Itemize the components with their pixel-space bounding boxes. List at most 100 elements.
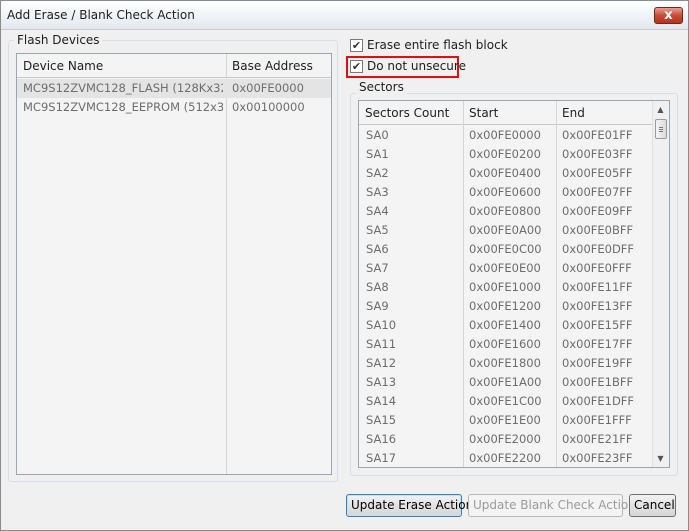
table-row[interactable]: SA5 0x00FE0A00 0x00FE0BFF [359, 221, 652, 240]
table-row[interactable]: SA0 0x00FE0000 0x00FE01FF [359, 126, 652, 145]
table-row[interactable]: SA13 0x00FE1A00 0x00FE1BFF [359, 373, 652, 392]
sector-start-cell: 0x00FE1800 [469, 356, 541, 370]
do-not-unsecure-checkbox[interactable]: ✔ [350, 60, 363, 73]
sector-start-cell: 0x00FE1400 [469, 318, 541, 332]
sector-end-cell: 0x00FE0DFF [562, 242, 635, 256]
sector-name-cell: SA11 [366, 337, 397, 351]
sector-start-cell: 0x00FE2000 [469, 432, 541, 446]
sector-name-cell: SA14 [366, 394, 397, 408]
sector-name-cell: SA16 [366, 432, 397, 446]
sector-name-cell: SA17 [366, 451, 397, 465]
sector-start-cell: 0x00FE0000 [469, 128, 541, 142]
flash-devices-table[interactable]: Device Name Base Address MC9S12ZVMC128_F… [16, 53, 332, 475]
table-row[interactable]: SA8 0x00FE1000 0x00FE11FF [359, 278, 652, 297]
table-row[interactable]: SA10 0x00FE1400 0x00FE15FF [359, 316, 652, 335]
scroll-down-button[interactable]: ▼ [653, 451, 668, 466]
update-blank-check-action-button[interactable]: Update Blank Check Action [468, 494, 636, 517]
column-header-base-address[interactable]: Base Address [226, 54, 313, 78]
table-row[interactable]: SA7 0x00FE0E00 0x00FE0FFF [359, 259, 652, 278]
close-button[interactable]: x [654, 7, 683, 24]
device-name-cell: MC9S12ZVMC128_FLASH (128Kx32... [23, 81, 223, 95]
base-address-cell: 0x00100000 [232, 100, 305, 114]
chevron-down-icon: ▼ [657, 454, 664, 463]
sector-name-cell: SA9 [366, 299, 389, 313]
sector-end-cell: 0x00FE09FF [562, 204, 633, 218]
grip-line [659, 131, 663, 132]
column-divider [226, 54, 227, 474]
flash-devices-header: Device Name Base Address [17, 54, 331, 78]
erase-entire-checkbox[interactable]: ✔ [350, 39, 363, 52]
cancel-button[interactable]: Cancel [629, 494, 676, 517]
sector-end-cell: 0x00FE07FF [562, 185, 633, 199]
table-row[interactable]: SA14 0x00FE1C00 0x00FE1DFF [359, 392, 652, 411]
sector-start-cell: 0x00FE0600 [469, 185, 541, 199]
add-erase-dialog: Add Erase / Blank Check Action x Flash D… [0, 0, 689, 531]
column-header-start[interactable]: Start [463, 101, 498, 125]
sector-end-cell: 0x00FE1FFF [562, 413, 632, 427]
sector-start-cell: 0x00FE0400 [469, 166, 541, 180]
sector-end-cell: 0x00FE13FF [562, 299, 633, 313]
sector-name-cell: SA6 [366, 242, 389, 256]
table-row[interactable]: SA16 0x00FE2000 0x00FE21FF [359, 430, 652, 449]
column-header-end[interactable]: End [556, 101, 585, 125]
checkmark-icon: ✔ [351, 39, 362, 52]
sector-name-cell: SA0 [366, 128, 389, 142]
table-row[interactable]: SA2 0x00FE0400 0x00FE05FF [359, 164, 652, 183]
sector-name-cell: SA7 [366, 261, 389, 275]
table-row[interactable]: SA9 0x00FE1200 0x00FE13FF [359, 297, 652, 316]
sector-start-cell: 0x00FE0800 [469, 204, 541, 218]
sectors-table[interactable]: Sectors Count Start End SA0 0x00FE0000 0x0… [358, 100, 670, 468]
sector-end-cell: 0x00FE15FF [562, 318, 633, 332]
sector-end-cell: 0x00FE01FF [562, 128, 633, 142]
table-row[interactable]: MC9S12ZVMC128_FLASH (128Kx32... 0x00FE000… [17, 79, 331, 98]
sector-name-cell: SA4 [366, 204, 389, 218]
scroll-thumb[interactable] [655, 119, 667, 139]
sector-start-cell: 0x00FE0200 [469, 147, 541, 161]
sectors-header: Sectors Count Start End [359, 101, 652, 125]
close-icon: x [664, 8, 673, 23]
sectors-scrollbar[interactable]: ▲ ▼ [652, 101, 669, 467]
table-row[interactable]: SA15 0x00FE1E00 0x00FE1FFF [359, 411, 652, 430]
do-not-unsecure-label: Do not unsecure [367, 59, 466, 73]
sector-end-cell: 0x00FE11FF [562, 280, 633, 294]
table-row[interactable]: SA6 0x00FE0C00 0x00FE0DFF [359, 240, 652, 259]
title-bar: Add Erase / Blank Check Action x [1, 1, 688, 30]
sector-name-cell: SA12 [366, 356, 397, 370]
checkmark-icon: ✔ [351, 60, 362, 73]
window-title: Add Erase / Blank Check Action [7, 8, 195, 22]
sector-end-cell: 0x00FE0FFF [562, 261, 632, 275]
sector-name-cell: SA13 [366, 375, 397, 389]
scroll-up-button[interactable]: ▲ [653, 102, 668, 117]
sector-end-cell: 0x00FE23FF [562, 451, 633, 465]
table-row[interactable]: SA4 0x00FE0800 0x00FE09FF [359, 202, 652, 221]
table-row[interactable]: MC9S12ZVMC128_EEPROM (512x3... 0x00100000 [17, 98, 331, 117]
update-erase-action-button[interactable]: Update Erase Action [346, 494, 473, 517]
device-name-cell: MC9S12ZVMC128_EEPROM (512x3... [23, 100, 223, 114]
sector-name-cell: SA1 [366, 147, 389, 161]
sector-name-cell: SA15 [366, 413, 397, 427]
sector-end-cell: 0x00FE0BFF [562, 223, 634, 237]
sector-end-cell: 0x00FE1DFF [562, 394, 635, 408]
sector-start-cell: 0x00FE0A00 [469, 223, 542, 237]
table-row[interactable]: SA1 0x00FE0200 0x00FE03FF [359, 145, 652, 164]
sector-start-cell: 0x00FE1C00 [469, 394, 542, 408]
sector-name-cell: SA2 [366, 166, 389, 180]
sector-name-cell: SA5 [366, 223, 389, 237]
table-row[interactable]: SA3 0x00FE0600 0x00FE07FF [359, 183, 652, 202]
sector-start-cell: 0x00FE1E00 [469, 413, 541, 427]
table-row[interactable]: SA11 0x00FE1600 0x00FE17FF [359, 335, 652, 354]
sector-start-cell: 0x00FE2200 [469, 451, 541, 465]
sector-start-cell: 0x00FE1A00 [469, 375, 542, 389]
sector-end-cell: 0x00FE03FF [562, 147, 633, 161]
erase-entire-label: Erase entire flash block [367, 38, 508, 52]
column-header-sectors-count[interactable]: Sectors Count [359, 101, 449, 125]
sector-start-cell: 0x00FE0E00 [469, 261, 541, 275]
table-row[interactable]: SA12 0x00FE1800 0x00FE19FF [359, 354, 652, 373]
sector-name-cell: SA8 [366, 280, 389, 294]
sector-name-cell: SA10 [366, 318, 397, 332]
sector-start-cell: 0x00FE0C00 [469, 242, 542, 256]
sector-end-cell: 0x00FE1BFF [562, 375, 634, 389]
column-header-device-name[interactable]: Device Name [17, 54, 103, 78]
table-row[interactable]: SA17 0x00FE2200 0x00FE23FF [359, 449, 652, 467]
flash-devices-label: Flash Devices [14, 33, 103, 47]
